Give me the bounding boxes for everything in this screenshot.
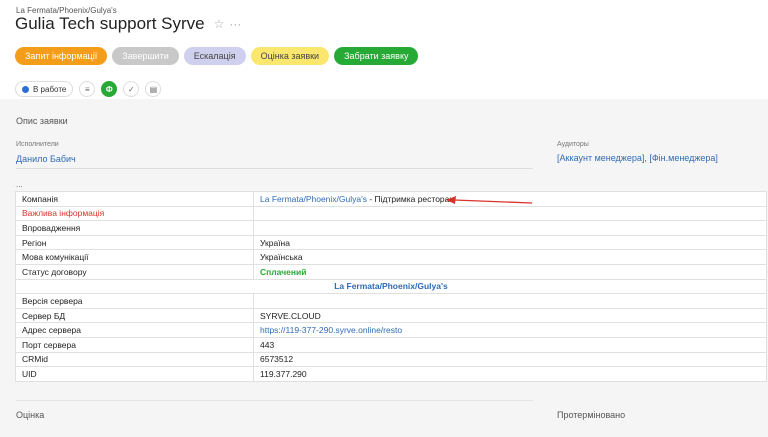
row-label: Версія сервера xyxy=(15,293,254,309)
take-request-button[interactable]: Забрати заявку xyxy=(334,47,419,65)
table-row: Важлива інформація xyxy=(15,205,767,222)
row-value xyxy=(253,220,767,236)
executors-label: Исполнители xyxy=(16,141,59,148)
row-label: Порт сервера xyxy=(15,336,254,353)
section-title-description: Опис заявки xyxy=(16,116,68,126)
row-value: Українська xyxy=(253,249,767,265)
table-row: Адрес сервера https://119-377-290.syrve.… xyxy=(15,322,767,338)
table-row: La Fermata/Phoenix/Gulya's xyxy=(15,278,767,295)
row-value: Україна xyxy=(253,234,767,251)
ellipsis: ... xyxy=(16,180,23,189)
row-label: Впровадження xyxy=(15,220,254,236)
row-value: SYRVE.CLOUD xyxy=(253,307,767,324)
complete-button[interactable]: Завершити xyxy=(112,47,179,65)
row-label: Сервер БД xyxy=(15,307,254,324)
star-icon[interactable]: ☆ xyxy=(214,17,225,31)
table-row: Регіон Україна xyxy=(15,234,767,251)
rating-section-title: Оцінка xyxy=(16,410,45,420)
check-icon[interactable]: ✓ xyxy=(123,81,140,97)
company-link[interactable]: La Fermata/Phoenix/Gulya's xyxy=(260,194,367,204)
auditors-label: Аудиторы xyxy=(557,141,589,148)
row-label: UID xyxy=(15,366,254,382)
table-row: Порт сервера 443 xyxy=(15,336,767,353)
table-row: Сервер БД SYRVE.CLOUD xyxy=(15,307,767,324)
status-badge[interactable]: В работе xyxy=(15,81,74,97)
row-label: Регіон xyxy=(15,234,254,251)
action-buttons: Запит інформації Завершити Ескалація Оці… xyxy=(15,47,419,65)
page: La Fermata/Phoenix/Gulya's Gulia Tech su… xyxy=(0,0,768,437)
page-title: Gulia Tech support Syrve xyxy=(15,14,205,33)
toolbar: В работе ≡ Ф ✓ ▤ xyxy=(15,81,162,97)
row-label: Адрес сервера xyxy=(15,322,254,338)
table-row: Мова комунікації Українська xyxy=(15,249,767,265)
row-value: 443 xyxy=(253,336,767,353)
table-row: UID 119.377.290 xyxy=(15,366,767,382)
list-icon[interactable]: ≡ xyxy=(79,81,96,97)
row-value: Сплачений xyxy=(253,263,767,280)
avatar[interactable]: Ф xyxy=(101,81,118,97)
status-label: В работе xyxy=(33,84,67,94)
title-row: Gulia Tech support Syrve ☆ ··· xyxy=(15,14,241,34)
row-value xyxy=(253,293,767,309)
row-value: 6573512 xyxy=(253,351,767,368)
row-label: Статус договору xyxy=(15,263,254,280)
table-row: Версія сервера xyxy=(15,293,767,309)
row-label: CRMid xyxy=(15,351,254,368)
title-icons: ☆ ··· xyxy=(214,17,242,31)
row-label: Важлива інформація xyxy=(15,205,254,222)
company-suffix: - Підтримка ресторан xyxy=(366,193,455,204)
auditors-link[interactable]: [Аккаунт менеджера], [Фін.менеджера] xyxy=(557,153,718,163)
table-row: CRMid 6573512 xyxy=(15,351,767,368)
row-value: 119.377.290 xyxy=(253,366,767,382)
server-address-link[interactable]: https://119-377-290.syrve.online/resto xyxy=(253,322,767,338)
table-row: Компанія La Fermata/Phoenix/Gulya's - Пі… xyxy=(15,191,767,207)
status-dot-icon xyxy=(22,85,29,93)
request-info-button[interactable]: Запит інформації xyxy=(15,47,108,65)
row-label: Мова комунікації xyxy=(15,249,254,265)
more-icon[interactable]: ··· xyxy=(229,17,241,31)
row-value[interactable]: La Fermata/Phoenix/Gulya's xyxy=(15,278,767,295)
overdue-label: Протерміновано xyxy=(557,410,626,420)
executor-underline xyxy=(16,168,533,169)
table-row: Статус договору Сплачений xyxy=(15,263,767,280)
executor-link[interactable]: Данило Бабич xyxy=(16,154,76,164)
rate-request-button[interactable]: Оцінка заявки xyxy=(250,47,330,65)
table-row: Впровадження xyxy=(15,220,767,236)
annotation-arrow-icon xyxy=(446,196,533,204)
divider xyxy=(16,400,533,401)
row-value xyxy=(253,205,767,222)
row-label: Компанія xyxy=(15,191,254,207)
notes-icon[interactable]: ▤ xyxy=(145,81,162,97)
info-table: Компанія La Fermata/Phoenix/Gulya's - Пі… xyxy=(15,191,767,382)
escalation-button[interactable]: Ескалація xyxy=(183,47,246,65)
